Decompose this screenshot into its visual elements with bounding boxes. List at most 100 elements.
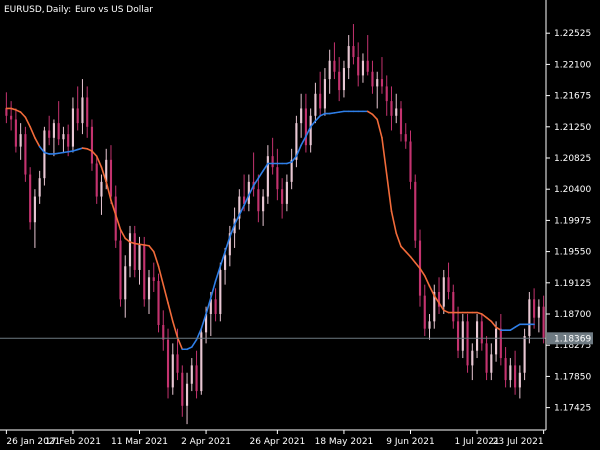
candle-body [71, 108, 75, 147]
candle-body [471, 350, 474, 366]
candle [442, 269, 445, 315]
candle [399, 101, 403, 142]
candle [366, 35, 369, 76]
y-tick-label: 1.22100 [554, 60, 591, 70]
candle-body [376, 79, 379, 87]
description-label: Euro vs US Dollar [75, 5, 153, 15]
x-tick-label: 17 Feb 2021 [45, 437, 101, 447]
indicator-segment [19, 111, 27, 119]
candle-body [357, 57, 360, 76]
symbol-label: EURUSD, [4, 5, 45, 15]
candle [333, 42, 336, 80]
candle [390, 86, 393, 131]
candle-body [10, 115, 13, 120]
candle [290, 148, 293, 190]
indicator-segment [176, 336, 184, 351]
candle-body [542, 306, 545, 339]
candle-body [480, 321, 483, 344]
candle-body [504, 358, 507, 381]
candle-body [14, 119, 17, 147]
candle [471, 343, 474, 381]
candle-body [147, 277, 151, 300]
candle-body [328, 60, 331, 80]
candle-body [119, 240, 122, 300]
candle [409, 130, 412, 190]
price-chart[interactable]: 1.22525 1.22100 1.21675 1.21250 1.20825 1.204… [0, 0, 600, 450]
indicator-segment [400, 245, 407, 253]
candle [62, 126, 65, 153]
candle [542, 295, 545, 344]
candle-body [380, 79, 384, 87]
chart-window[interactable]: 1.22525 1.22100 1.21675 1.21250 1.20825 1.204… [0, 0, 600, 450]
candle-body [48, 130, 51, 138]
candle-body [143, 244, 146, 300]
candle [276, 148, 279, 201]
indicator-segment [385, 173, 393, 213]
candle-body [285, 181, 288, 204]
y-tick-label: 1.20400 [554, 185, 591, 195]
candle [300, 93, 303, 138]
candle [414, 174, 417, 248]
candle-body [200, 332, 203, 392]
candle-body [323, 79, 326, 109]
candle [81, 79, 84, 135]
candle-body [304, 108, 307, 146]
candle [238, 189, 241, 230]
candle-body [5, 108, 8, 116]
candle-body [338, 71, 341, 91]
candle [128, 225, 132, 278]
candle-body [33, 196, 36, 223]
candle [357, 42, 360, 87]
candle [29, 167, 32, 230]
candle [437, 277, 441, 315]
candle [376, 71, 379, 109]
candle [90, 119, 94, 171]
candle [252, 152, 255, 197]
indicator-segment [29, 126, 36, 139]
candle [285, 174, 288, 212]
candle [533, 288, 536, 329]
indicator-segment [314, 114, 321, 122]
candle [143, 236, 146, 307]
candle [185, 372, 189, 425]
candle [162, 310, 165, 351]
candle [309, 108, 312, 153]
candle-body [24, 134, 27, 175]
indicator-segment [514, 323, 521, 329]
candle [57, 101, 60, 146]
x-tick-label: 9 Jun 2021 [386, 437, 434, 447]
candle [19, 123, 22, 160]
indicator-segment [376, 118, 383, 139]
candle-body [499, 328, 502, 359]
candle-body [224, 255, 227, 270]
candle-body [452, 291, 455, 322]
candle [518, 365, 521, 399]
candle-body [124, 266, 127, 300]
candle-body [38, 178, 41, 197]
candle [219, 262, 222, 322]
candle [523, 328, 526, 381]
candle [281, 178, 284, 219]
indicator-segment [366, 110, 374, 116]
candle-body [19, 134, 22, 147]
candle [52, 119, 55, 157]
candle [124, 255, 127, 318]
x-tick-label: 26 Apr 2021 [250, 437, 306, 447]
candle-body [537, 306, 540, 318]
candle [171, 343, 174, 395]
candle-body [523, 336, 526, 373]
candle-body [185, 383, 189, 406]
candle [509, 358, 512, 388]
indicator-segment [167, 302, 174, 323]
candle [342, 60, 346, 98]
candle-body [152, 277, 155, 281]
candle-body [347, 46, 350, 69]
candle-body [176, 354, 179, 373]
candle-body [133, 233, 136, 270]
candle-body [100, 181, 103, 197]
candle-body [461, 321, 464, 351]
candle [319, 71, 322, 116]
timeframe-label: Daily: [46, 5, 71, 15]
candle-body [447, 277, 450, 292]
candle [461, 314, 464, 359]
